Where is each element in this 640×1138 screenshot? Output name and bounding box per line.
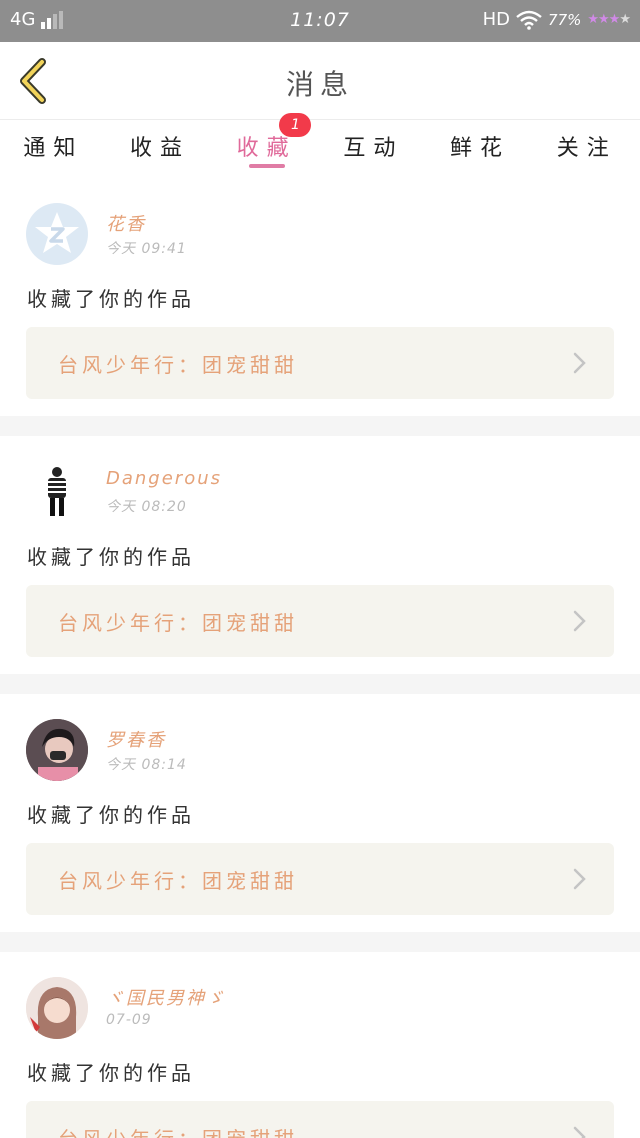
work-link[interactable]: 台风少年行：团宠甜甜	[26, 327, 614, 399]
default-avatar-icon	[35, 212, 79, 253]
message-card: 罗春香 今天 08:14 收藏了你的作品 台风少年行：团宠甜甜	[0, 694, 640, 932]
timestamp: 今天 08:20	[106, 499, 187, 515]
tab-interactions[interactable]: 互动	[320, 121, 427, 171]
work-title: 台风少年行：团宠甜甜	[58, 611, 298, 635]
tab-flowers[interactable]: 鲜花	[427, 121, 534, 171]
tab-favorites[interactable]: 收藏 1	[213, 113, 320, 171]
avatar[interactable]	[26, 461, 88, 523]
page-title: 消息	[285, 68, 354, 101]
divider	[0, 674, 640, 694]
work-link[interactable]: 台风少年行：团宠甜甜	[26, 585, 614, 657]
tab-label: 互动	[343, 136, 404, 161]
username[interactable]: 罗春香	[106, 726, 166, 752]
avatar-photo-icon	[26, 719, 88, 781]
message-card: ヾ国民男神ゞ 07-09 收藏了你的作品 台风少年行：团宠甜甜	[0, 952, 640, 1138]
timestamp: 今天 08:14	[106, 757, 187, 773]
wifi-icon	[516, 10, 542, 30]
message-card: Dangerous 今天 08:20 收藏了你的作品 台风少年行：团宠甜甜	[0, 436, 640, 674]
chevron-right-icon	[573, 610, 586, 632]
tab-earnings[interactable]: 收益	[107, 121, 214, 171]
work-title: 台风少年行：团宠甜甜	[58, 353, 298, 377]
avatar-figure-icon	[48, 467, 66, 516]
action-text: 收藏了你的作品	[27, 803, 195, 827]
divider	[0, 932, 640, 952]
tab-follows[interactable]: 关注	[533, 121, 640, 171]
stars-icon: ★★★★	[587, 12, 631, 27]
avatar[interactable]	[26, 977, 88, 1039]
avatar[interactable]	[26, 203, 88, 265]
tab-label: 收藏	[236, 136, 297, 161]
header: 消息	[0, 42, 640, 120]
stars-label: ★★★	[587, 12, 620, 27]
action-text: 收藏了你的作品	[27, 1061, 195, 1085]
message-card: 花香 今天 09:41 收藏了你的作品 台风少年行：团宠甜甜	[0, 178, 640, 416]
chevron-right-icon	[573, 868, 586, 890]
username[interactable]: ヾ国民男神ゞ	[106, 984, 226, 1010]
username[interactable]: Dangerous	[106, 468, 222, 489]
hd-label: HD	[482, 9, 511, 30]
tab-bar: 通知 收益 收藏 1 互动 鲜花 关注	[0, 113, 640, 171]
action-text: 收藏了你的作品	[27, 287, 195, 311]
tab-notifications[interactable]: 通知	[0, 121, 107, 171]
star-gray-icon: ★	[619, 12, 631, 27]
divider	[0, 416, 640, 436]
avatar-photo-icon	[26, 977, 88, 1039]
battery-label: 77%	[548, 10, 582, 29]
message-feed: 花香 今天 09:41 收藏了你的作品 台风少年行：团宠甜甜 Dangerous…	[0, 178, 640, 1138]
tab-label: 收益	[130, 136, 191, 161]
timestamp: 今天 09:41	[106, 241, 187, 257]
username[interactable]: 花香	[106, 210, 146, 236]
chevron-right-icon	[573, 352, 586, 374]
action-text: 收藏了你的作品	[27, 545, 195, 569]
timestamp: 07-09	[106, 1012, 152, 1028]
tab-label: 通知	[23, 136, 84, 161]
status-right: HD 77% ★★★★	[482, 9, 631, 30]
work-link[interactable]: 台风少年行：团宠甜甜	[26, 843, 614, 915]
chevron-right-icon	[573, 1126, 586, 1138]
tab-label: 鲜花	[450, 136, 511, 161]
active-tab-indicator	[248, 164, 285, 168]
work-title: 台风少年行：团宠甜甜	[58, 869, 298, 893]
avatar[interactable]	[26, 719, 88, 781]
work-link[interactable]: 台风少年行：团宠甜甜	[26, 1101, 614, 1138]
work-title: 台风少年行：团宠甜甜	[58, 1123, 298, 1138]
tab-label: 关注	[556, 136, 617, 161]
status-bar: 4G 11:07 HD 77% ★★★★	[0, 0, 640, 42]
unread-badge: 1	[279, 113, 312, 137]
